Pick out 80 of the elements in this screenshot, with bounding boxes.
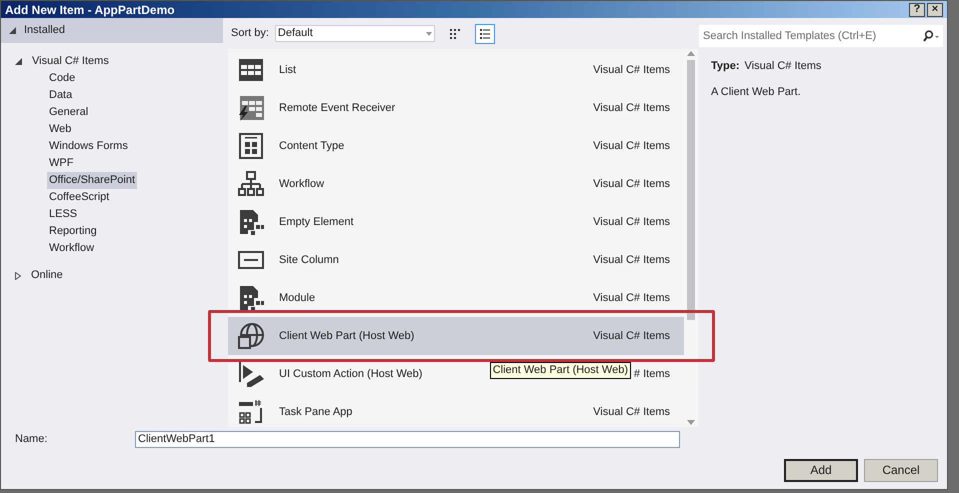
template-row[interactable]: List Visual C# Items — [228, 51, 684, 89]
template-row[interactable]: Site Column Visual C# Items — [228, 241, 684, 279]
document-dots-icon — [237, 208, 265, 236]
type-value: Visual C# Items — [744, 59, 822, 74]
tree-item[interactable]: LESS — [47, 206, 80, 223]
template-name: Module — [279, 290, 316, 306]
scroll-up-icon[interactable] — [687, 51, 695, 56]
collapsed-caret-icon[interactable] — [15, 272, 21, 280]
list-view-button[interactable] — [474, 24, 495, 44]
play-pencil-icon — [237, 360, 265, 388]
template-name: Site Column — [279, 252, 339, 268]
tree-item[interactable]: WPF — [47, 155, 76, 172]
globe-icon — [237, 322, 265, 350]
dropdown-caret-icon — [426, 32, 432, 36]
cancel-button[interactable]: Cancel — [864, 458, 938, 482]
tree-header-label: Installed — [24, 23, 65, 38]
template-category: Visual C# Items — [593, 62, 670, 78]
tree-item[interactable]: Web — [47, 121, 74, 138]
document-dots-icon — [237, 284, 265, 312]
template-category: Visual C# Items — [593, 214, 670, 230]
template-row[interactable]: Content Type Visual C# Items — [228, 127, 684, 165]
template-row[interactable]: Module Visual C# Items — [228, 279, 684, 317]
tree-item[interactable]: Workflow — [47, 240, 96, 257]
description-text: A Client Web Part. — [711, 84, 802, 100]
template-row[interactable]: Empty Element Visual C# Items — [228, 203, 684, 241]
window-title: Add New Item - AppPartDemo — [5, 2, 175, 18]
tree-item[interactable]: Data — [47, 87, 74, 104]
template-category: Visual C# Items — [593, 404, 670, 420]
expanded-caret-icon[interactable] — [9, 27, 16, 34]
template-name: Client Web Part (Host Web) — [279, 328, 414, 344]
tree-header[interactable]: Installed — [1, 18, 223, 43]
template-row[interactable]: Client Web Part (Host Web) Visual C# Items — [228, 317, 684, 355]
template-category: # Items — [634, 366, 670, 382]
template-row[interactable]: Remote Event Receiver Visual C# Items — [228, 89, 684, 127]
template-name: UI Custom Action (Host Web) — [279, 366, 422, 382]
template-category: Visual C# Items — [593, 100, 670, 116]
grid-icon — [237, 56, 265, 84]
type-label: Type: — [711, 59, 740, 74]
tooltip: Client Web Part (Host Web) — [490, 362, 631, 379]
scrollbar-thumb[interactable] — [687, 60, 695, 320]
tree-item[interactable]: Office/SharePoint — [47, 172, 138, 189]
template-name: Content Type — [279, 138, 344, 154]
add-button[interactable]: Add — [784, 458, 858, 482]
dots-grid-icon — [448, 28, 461, 40]
template-category: Visual C# Items — [593, 138, 670, 154]
grid-lightning-icon — [237, 94, 265, 122]
expanded-caret-icon[interactable] — [15, 58, 22, 65]
tree-item[interactable]: Reporting — [47, 223, 99, 240]
template-row[interactable]: Workflow Visual C# Items — [228, 165, 684, 203]
template-name: Empty Element — [279, 214, 354, 230]
list-lines-icon — [478, 28, 491, 40]
close-button[interactable]: × — [927, 2, 943, 16]
tree-item[interactable]: General — [47, 104, 90, 121]
tree-item[interactable]: Online — [29, 267, 65, 284]
tree-item[interactable]: Code — [47, 70, 78, 87]
template-name: Remote Event Receiver — [279, 100, 396, 116]
template-name: Workflow — [279, 176, 324, 192]
template-name: List — [279, 62, 296, 78]
sort-dropdown[interactable]: Default — [274, 25, 435, 42]
template-category: Visual C# Items — [593, 290, 670, 306]
scrollbar[interactable] — [684, 49, 698, 427]
name-label: Name: — [14, 432, 48, 447]
tree-item[interactable]: Visual C# Items — [30, 53, 111, 70]
help-button[interactable]: ? — [909, 2, 925, 16]
name-field[interactable]: ClientWebPart1 — [135, 430, 680, 448]
task-pane-icon — [237, 398, 265, 426]
hierarchy-icon — [237, 170, 265, 198]
search-icon[interactable] — [923, 30, 939, 42]
scroll-down-icon[interactable] — [687, 420, 695, 425]
template-row[interactable]: Task Pane App Visual C# Items — [228, 393, 684, 431]
template-category: Visual C# Items — [593, 328, 670, 344]
template-category: Visual C# Items — [593, 252, 670, 268]
template-row[interactable]: UI Custom Action (Host Web) Client Web Part (Host Web) # Items — [228, 355, 684, 393]
template-name: Task Pane App — [279, 404, 352, 420]
tree-item[interactable]: CoffeeScript — [47, 189, 112, 206]
tree-item[interactable]: Windows Forms — [47, 138, 130, 155]
sort-label: Sort by: — [231, 26, 269, 42]
search-field[interactable]: Search Installed Templates (Ctrl+E) — [699, 25, 943, 47]
document-grid-icon — [237, 132, 265, 160]
template-category: Visual C# Items — [593, 176, 670, 192]
